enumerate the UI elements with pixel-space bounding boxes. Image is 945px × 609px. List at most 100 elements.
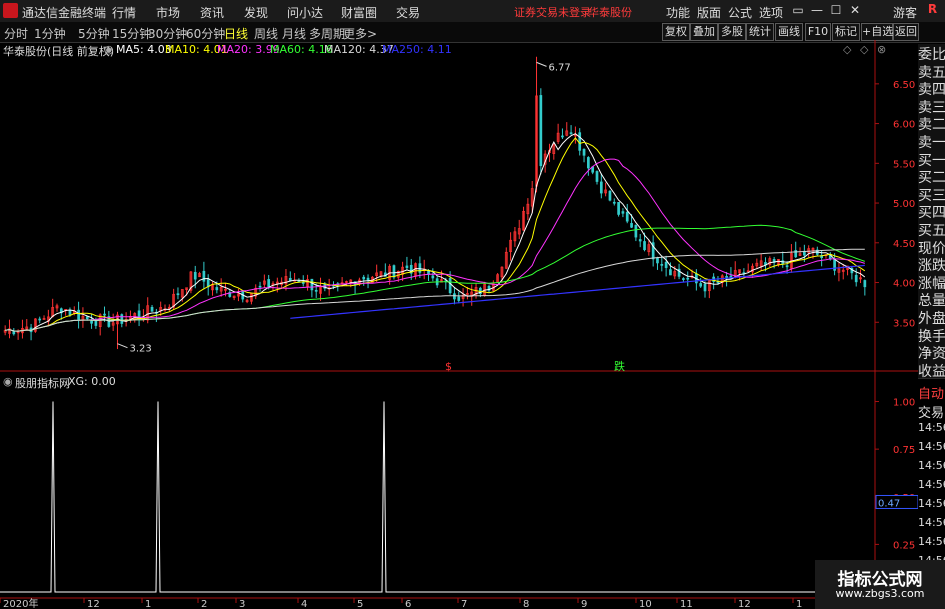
chart-settings-icon[interactable]: ◉ [104, 43, 114, 56]
tick-time: 14:56 [918, 516, 945, 529]
high-label: 6.77 [549, 62, 571, 73]
kline-chart[interactable]: 6.50 6.00 5.50 5.00 4.50 4.00 3.50 6.77 3.23 $ 跌 [0, 40, 918, 372]
tick-time: 14:56 [918, 535, 945, 548]
candle-body [621, 211, 625, 214]
candle-body [176, 293, 180, 296]
minimize-icon[interactable]: — [810, 3, 824, 17]
candle-body [453, 293, 456, 300]
tick-time: 14:56 [918, 497, 945, 510]
menu-caifuquan[interactable]: 财富圈 [341, 4, 377, 21]
candle-body [669, 269, 672, 276]
f10-button[interactable]: F10 [805, 23, 831, 41]
login-status[interactable]: 证券交易未登录 [514, 4, 591, 20]
date-tick-label: 10 [639, 599, 652, 609]
ma250-label: MA250: 4.11 [382, 43, 452, 56]
quote-row-label: 现价 [918, 237, 945, 257]
date-tick-label: 3 [239, 599, 245, 609]
tool-gongneng[interactable]: 功能 [666, 4, 690, 21]
close-icon[interactable]: ✕ [848, 3, 862, 17]
tool-xuanxiang[interactable]: 选项 [759, 4, 783, 21]
diejia-button[interactable]: 叠加 [690, 23, 718, 41]
quote-row-label: 涨幅 [918, 272, 945, 292]
date-tick-label: 12 [738, 599, 751, 609]
candle-body [193, 271, 197, 280]
menu-hangqing[interactable]: 行情 [112, 4, 136, 21]
quote-row-label: 委比 [918, 44, 945, 63]
tool-banmian[interactable]: 版面 [697, 4, 721, 21]
fuquan-button[interactable]: 复权 [662, 23, 690, 41]
indicator-chart[interactable]: 1.000.750.500.250.000.472020年12123456789… [0, 372, 918, 609]
quote-row-label: 买三 [918, 184, 945, 204]
candle-body [392, 265, 396, 278]
auto-trade-label[interactable]: 自动 [918, 383, 945, 402]
biaoji-button[interactable]: 标记 [832, 23, 860, 41]
candle-body [405, 265, 409, 269]
xg-line [0, 401, 875, 593]
date-tick-label: 2020年 [3, 597, 38, 609]
candle-body [664, 261, 668, 268]
date-tick-label: 4 [301, 599, 307, 609]
candle-body [612, 201, 616, 204]
menu-faxian[interactable]: 发现 [244, 4, 268, 21]
ind-y-tick-label: 1.00 [893, 398, 915, 409]
watermark-url: www.zbgs3.com [835, 587, 925, 600]
ma10-line [5, 137, 866, 332]
app-logo-icon [3, 3, 18, 18]
candle-body [638, 239, 642, 242]
expand-icon[interactable]: ◇ [860, 43, 868, 56]
chart-title: 华泰股份(日线 前复权) [3, 45, 115, 58]
options-icon[interactable]: ⊗ [877, 43, 886, 56]
indicator-settings-icon[interactable]: ◉ [3, 375, 13, 388]
xg-value: XG: 0.00 [68, 375, 116, 388]
low-label: 3.23 [129, 344, 151, 355]
y-tick-label: 6.50 [893, 80, 915, 91]
candle-body [595, 171, 599, 182]
indicator-title: 股朋指标网 [15, 377, 70, 390]
tick-time: 14:56 [918, 440, 945, 453]
candle-body [863, 280, 867, 288]
menu-zixun[interactable]: 资讯 [200, 4, 224, 21]
candle-body [362, 276, 366, 280]
add-favorite-button[interactable]: +自选 [861, 23, 893, 41]
guest-user[interactable]: 游客 [893, 4, 917, 21]
back-button[interactable]: 返回 [893, 23, 919, 41]
menu-shichang[interactable]: 市场 [156, 4, 180, 21]
trade-label[interactable]: 交易 [918, 402, 945, 421]
ind-y-tick-label: 0.75 [893, 445, 915, 456]
duogu-button[interactable]: 多股 [718, 23, 746, 41]
ind-y-tick-label: 0.25 [893, 540, 915, 551]
date-tick-label: 11 [680, 599, 693, 609]
high-pointer [536, 61, 547, 67]
menu-jiaoyi[interactable]: 交易 [396, 4, 420, 21]
y-tick-label: 4.50 [893, 239, 915, 250]
y-tick-label: 4.00 [893, 279, 915, 290]
huaxian-button[interactable]: 画线 [775, 23, 803, 41]
ma5-line [5, 133, 866, 332]
candle-body [457, 296, 461, 301]
candle-body [314, 289, 318, 292]
date-tick-label: 7 [461, 599, 467, 609]
tick-time: 14:56 [918, 421, 945, 434]
candle-body [103, 313, 106, 316]
tool-gongshi[interactable]: 公式 [728, 4, 752, 21]
quote-row-label: 卖四 [918, 79, 945, 98]
candle-body [725, 276, 728, 278]
quote-row-label: 买一 [918, 149, 945, 169]
r-badge[interactable]: R [920, 2, 945, 21]
y-tick-label: 5.50 [893, 159, 915, 170]
date-tick-label: 5 [357, 599, 363, 609]
maximize-icon[interactable]: ☐ [829, 3, 843, 17]
collapse-icon[interactable]: ◇ [843, 43, 851, 56]
menu-wenxiaoda[interactable]: 问小达 [287, 4, 323, 21]
candle-body [625, 211, 629, 222]
candle-body [310, 278, 314, 291]
candle-body [137, 310, 141, 318]
candle-body [431, 275, 435, 279]
tongji-button[interactable]: 统计 [746, 23, 774, 41]
quote-row-label: 买四 [918, 202, 945, 221]
restore-layout-icon[interactable]: ▭ [791, 3, 805, 17]
date-tick-label: 1 [796, 599, 802, 609]
quote-row-label: 收益 [918, 360, 945, 380]
quote-row-label: 总量 [918, 290, 945, 309]
candle-body [258, 285, 262, 288]
